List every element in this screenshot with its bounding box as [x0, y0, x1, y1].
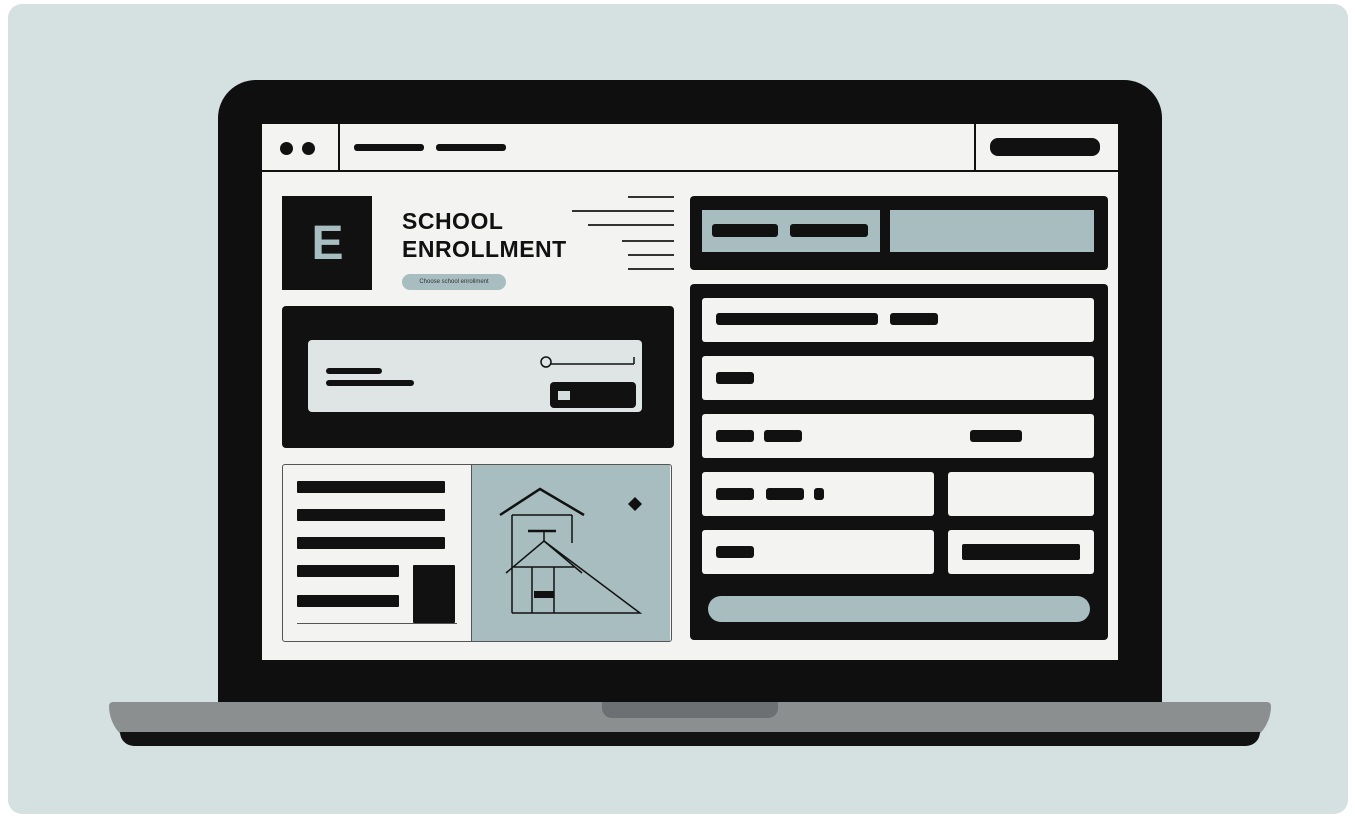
search-button[interactable] — [550, 382, 636, 408]
field-label — [716, 372, 754, 384]
list-item[interactable] — [297, 481, 445, 493]
search-icon[interactable] — [538, 354, 638, 370]
browser-toolbar — [262, 124, 1118, 172]
school-image-panel — [471, 465, 670, 641]
toolbar-divider — [974, 124, 976, 170]
toolbar-button[interactable] — [990, 138, 1100, 156]
nav-link-placeholder[interactable] — [354, 144, 424, 151]
form-field[interactable] — [702, 298, 1094, 342]
page-title: SCHOOL ENROLLMENT — [402, 207, 567, 263]
form-field[interactable] — [702, 356, 1094, 400]
field-label — [716, 430, 754, 442]
list-accent-block — [413, 565, 455, 623]
decorative-line — [622, 240, 674, 242]
laptop-base-edge — [120, 732, 1260, 746]
toolbar-divider — [338, 124, 340, 170]
form-field[interactable] — [948, 472, 1094, 516]
illustration-background: E SCHOOL ENROLLMENT Choose school enroll… — [8, 4, 1348, 814]
field-label — [764, 430, 802, 442]
school-logo: E — [282, 196, 372, 290]
nav-link-placeholder[interactable] — [436, 144, 506, 151]
page-title-line2: ENROLLMENT — [402, 236, 567, 262]
enrollment-form — [690, 284, 1108, 640]
tab-secondary[interactable] — [890, 210, 1094, 252]
search-input[interactable] — [308, 340, 642, 412]
browser-screen: E SCHOOL ENROLLMENT Choose school enroll… — [262, 124, 1118, 660]
list-item[interactable] — [297, 595, 399, 607]
field-label — [766, 488, 804, 500]
tab-bar — [690, 196, 1108, 270]
decorative-line — [628, 268, 674, 270]
tab-group-active[interactable] — [702, 210, 880, 252]
tab-label[interactable] — [790, 224, 868, 237]
button-icon — [558, 391, 570, 400]
field-label — [716, 488, 754, 500]
search-panel — [282, 306, 674, 448]
tab-label[interactable] — [712, 224, 778, 237]
form-field[interactable] — [702, 414, 1094, 458]
input-placeholder-line — [326, 368, 382, 374]
decorative-line — [628, 196, 674, 198]
page-title-line1: SCHOOL — [402, 208, 504, 234]
info-card — [282, 464, 672, 642]
decorative-line — [628, 254, 674, 256]
form-field[interactable] — [702, 472, 934, 516]
window-control-dot[interactable] — [280, 142, 293, 155]
field-label — [716, 546, 754, 558]
list-item[interactable] — [297, 537, 445, 549]
input-placeholder-line — [326, 380, 414, 386]
decorative-line — [572, 210, 674, 212]
list-divider — [297, 623, 457, 624]
laptop-hinge — [602, 702, 778, 718]
field-label — [716, 313, 878, 325]
decorative-line — [588, 224, 674, 226]
diamond-icon — [628, 497, 642, 511]
dropdown-value[interactable] — [962, 544, 1080, 560]
window-control-dot[interactable] — [302, 142, 315, 155]
field-value — [890, 313, 938, 325]
subtitle-pill[interactable]: Choose school enrollment — [402, 274, 506, 290]
field-value — [970, 430, 1022, 442]
list-item[interactable] — [297, 509, 445, 521]
form-field[interactable] — [702, 530, 934, 574]
list-item[interactable] — [297, 565, 399, 577]
field-label — [814, 488, 824, 500]
logo-letter: E — [311, 216, 343, 270]
form-field[interactable] — [948, 530, 1094, 574]
submit-button[interactable] — [708, 596, 1090, 622]
